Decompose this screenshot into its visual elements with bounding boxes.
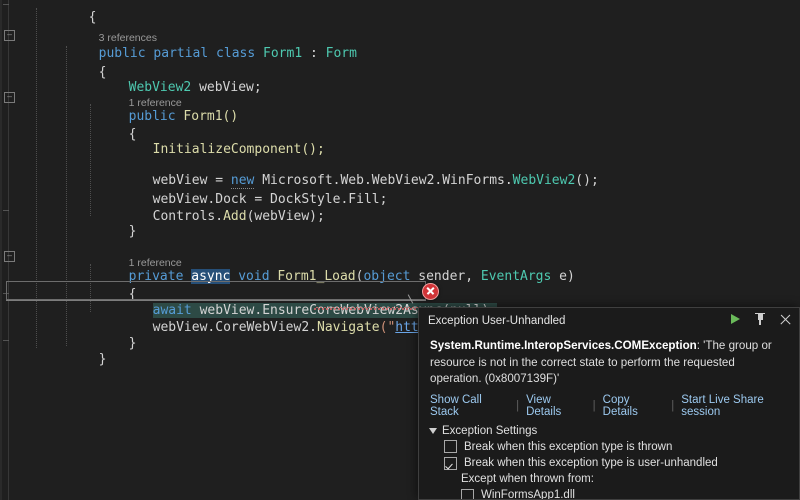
pin-icon[interactable] <box>752 311 768 327</box>
code-line-ctor-declaration: public Form1() <box>128 109 239 124</box>
error-icon[interactable] <box>422 283 439 300</box>
exception-type: System.Runtime.InteropServices.COMExcept… <box>430 339 697 352</box>
code-line-top-brace: { <box>88 10 97 25</box>
exception-helper-dialog[interactable]: Exception User-Unhandled System.Runtime.… <box>418 307 800 500</box>
copy-details-link[interactable]: Copy Details <box>603 394 665 418</box>
exception-dialog-header: Exception User-Unhandled <box>419 308 799 333</box>
close-icon[interactable] <box>777 311 793 327</box>
triangle-down-icon[interactable] <box>429 427 437 434</box>
option-break-when-thrown[interactable]: Break when this exception type is thrown <box>429 440 799 453</box>
checkbox-break-when-user-unhandled[interactable] <box>444 456 457 470</box>
current-statement-underline <box>6 300 426 301</box>
module-label: WinFormsApp1.dll <box>481 489 575 500</box>
code-line-ctor-close-brace: } <box>128 224 137 239</box>
show-call-stack-link[interactable]: Show Call Stack <box>430 394 509 418</box>
exception-action-links: Show Call Stack | View Details | Copy De… <box>419 388 799 418</box>
link-separator: | <box>592 399 596 412</box>
start-live-share-link[interactable]: Start Live Share session <box>681 394 799 418</box>
code-line-class-declaration: public partial class Form1 : Form <box>98 46 357 61</box>
codelens-load-references[interactable]: 1 reference <box>66 234 800 269</box>
current-statement-highlight <box>6 281 426 300</box>
link-separator: | <box>516 399 520 412</box>
exception-dialog-actions <box>727 311 793 327</box>
option-label: Break when this exception type is thrown <box>464 440 673 453</box>
option-label: Break when this exception type is user-u… <box>464 457 718 469</box>
view-details-link[interactable]: View Details <box>526 394 586 418</box>
exception-settings-label: Exception Settings <box>442 424 538 437</box>
option-break-when-user-unhandled[interactable]: Break when this exception type is user-u… <box>429 456 799 470</box>
codelens-ctor-references[interactable]: 1 reference <box>66 74 800 109</box>
code-line-initialize-component: InitializeComponent(); <box>152 142 325 157</box>
code-line-new-webview: webView = new Microsoft.Web.WebView2.Win… <box>152 173 599 189</box>
exception-settings-header[interactable]: Exception Settings <box>429 425 799 437</box>
error-squiggle <box>314 307 424 310</box>
link-separator: | <box>671 399 675 412</box>
exception-message: System.Runtime.InteropServices.COMExcept… <box>419 333 799 388</box>
exception-dialog-title: Exception User-Unhandled <box>428 314 566 327</box>
checkbox-module-winformsapp1[interactable] <box>461 488 474 499</box>
module-row-winformsapp1[interactable]: WinFormsApp1.dll <box>429 488 799 500</box>
play-icon[interactable] <box>727 311 743 327</box>
checkbox-break-when-thrown[interactable] <box>444 440 457 453</box>
codelens-class-references[interactable]: 3 references <box>36 9 800 44</box>
exception-settings-section: Exception Settings Break when this excep… <box>419 418 799 500</box>
code-line-form-load-signature: private async void Form1_Load(object sen… <box>128 269 575 284</box>
except-when-thrown-from-label: Except when thrown from: <box>461 473 594 485</box>
visual-studio-debug-window: – – – { 3 references public partial clas… <box>0 0 800 500</box>
